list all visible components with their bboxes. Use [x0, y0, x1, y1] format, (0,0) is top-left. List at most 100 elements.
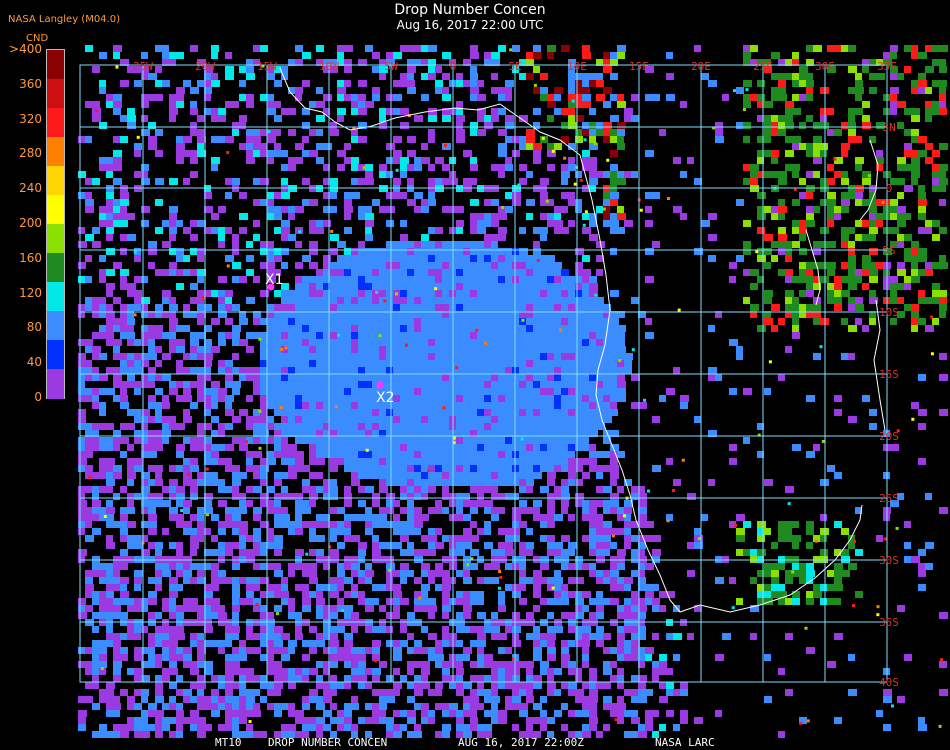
cloud-pixel [274, 640, 283, 647]
cloud-pixel [596, 269, 603, 276]
cloud-pixel [526, 255, 533, 262]
cloud-pixel [463, 241, 470, 248]
cloud-pixel [610, 220, 619, 227]
cloud-pixel [792, 591, 800, 598]
cloud-pixel [113, 472, 122, 479]
cloud-pixel [925, 115, 932, 122]
cloud-pixel [281, 584, 288, 591]
cloud-pixel [505, 353, 513, 360]
cloud-pixel [918, 297, 925, 304]
cloud-pixel [904, 213, 911, 220]
cloud-pixel [484, 297, 492, 304]
cloud-pixel [407, 388, 415, 395]
cloud-pixel [414, 409, 422, 416]
cloud-pixel [316, 374, 323, 381]
cloud-pixel [225, 682, 232, 689]
cloud-pixel [344, 353, 352, 360]
cloud-pixel [162, 654, 169, 661]
cloud-pixel [757, 227, 765, 234]
cloud-pixel [442, 262, 450, 269]
cloud-pixel [302, 332, 309, 339]
cloud-pixel [540, 402, 547, 409]
cloud-pixel [827, 570, 834, 577]
cloud-pixel [708, 80, 717, 87]
cloud-pixel [547, 367, 555, 374]
cloud-pixel [78, 339, 86, 346]
cloud-pixel [225, 486, 232, 493]
cloud-pixel [253, 563, 260, 570]
cloud-pixel [113, 633, 121, 640]
cloud-pixel [792, 563, 800, 570]
cloud-pixel [302, 668, 309, 675]
cloud-pixel [554, 87, 563, 94]
cloud-pixel [183, 416, 192, 423]
cloud-pixel [498, 423, 506, 430]
cloud-pixel [421, 248, 429, 255]
cloud-pixel [428, 423, 435, 430]
cloud-pixel [190, 640, 197, 647]
cloud-pixel [442, 73, 450, 80]
cloud-pixel [421, 535, 429, 542]
cloud-pixel [148, 500, 155, 507]
cloud-pixel [267, 661, 274, 668]
cloud-pixel [246, 535, 254, 542]
cloud-pixel [575, 115, 584, 122]
cloud-pixel [547, 388, 554, 395]
cloud-pixel [862, 115, 870, 122]
cloud-pixel [442, 584, 451, 591]
cloud-pixel [309, 381, 317, 388]
cloud-pixel [435, 416, 443, 423]
cloud-pixel [190, 479, 198, 486]
cloud-pixel [925, 542, 934, 549]
cloud-pixel [764, 115, 772, 122]
cloud-pixel [197, 115, 205, 122]
cloud-pixel [246, 675, 253, 682]
cloud-pixel [393, 108, 400, 115]
cloud-pixel [911, 402, 919, 409]
cloud-pixel [421, 262, 428, 269]
cloud-pixel [386, 262, 394, 269]
cloud-pixel [428, 605, 437, 612]
cloud-pixel [624, 367, 632, 374]
cloud-pixel [393, 374, 401, 381]
cloud-pixel [344, 45, 353, 52]
cloud-pixel [624, 605, 631, 612]
cloud-pixel [547, 283, 555, 290]
cloud-pixel [421, 45, 429, 52]
cloud-pixel [309, 395, 316, 402]
cloud-pixel [351, 353, 358, 360]
cloud-pixel [127, 507, 135, 514]
cloud-pixel [463, 500, 470, 507]
cloud-pixel [211, 395, 219, 402]
cloud-pixel [673, 367, 680, 374]
cloud-pixel [939, 199, 946, 206]
cloud-pixel [407, 374, 415, 381]
cloud-pixel [281, 591, 289, 598]
cloud-pixel [295, 241, 302, 248]
cloud-pixel [519, 577, 526, 584]
cloud-pixel [330, 577, 338, 584]
cloud-pixel [428, 458, 435, 465]
cloud-pixel [351, 136, 359, 143]
cloud-pixel [414, 164, 422, 171]
cloud-pixel [533, 507, 540, 514]
cloud-pixel [547, 640, 555, 647]
cloud-pixel [827, 164, 834, 171]
cloud-pixel [260, 290, 269, 297]
cloud-pixel [764, 290, 773, 297]
cloud-pixel [127, 115, 136, 122]
cloud-pixel [302, 367, 309, 374]
cloud-pixel [169, 318, 178, 325]
cloud-pixel [519, 353, 526, 360]
cloud-pixel [330, 129, 339, 136]
cloud-pixel [939, 171, 946, 178]
cloud-pixel [939, 178, 948, 185]
cloud-pixel [274, 346, 281, 353]
cloud-pixel [890, 52, 897, 59]
cloud-pixel [78, 514, 86, 521]
cloud-pixel [897, 605, 905, 612]
cloud-pixel [442, 437, 450, 444]
cloud-pixel [428, 199, 436, 206]
cloud-pixel [505, 318, 513, 325]
cloud-pixel [106, 283, 115, 290]
